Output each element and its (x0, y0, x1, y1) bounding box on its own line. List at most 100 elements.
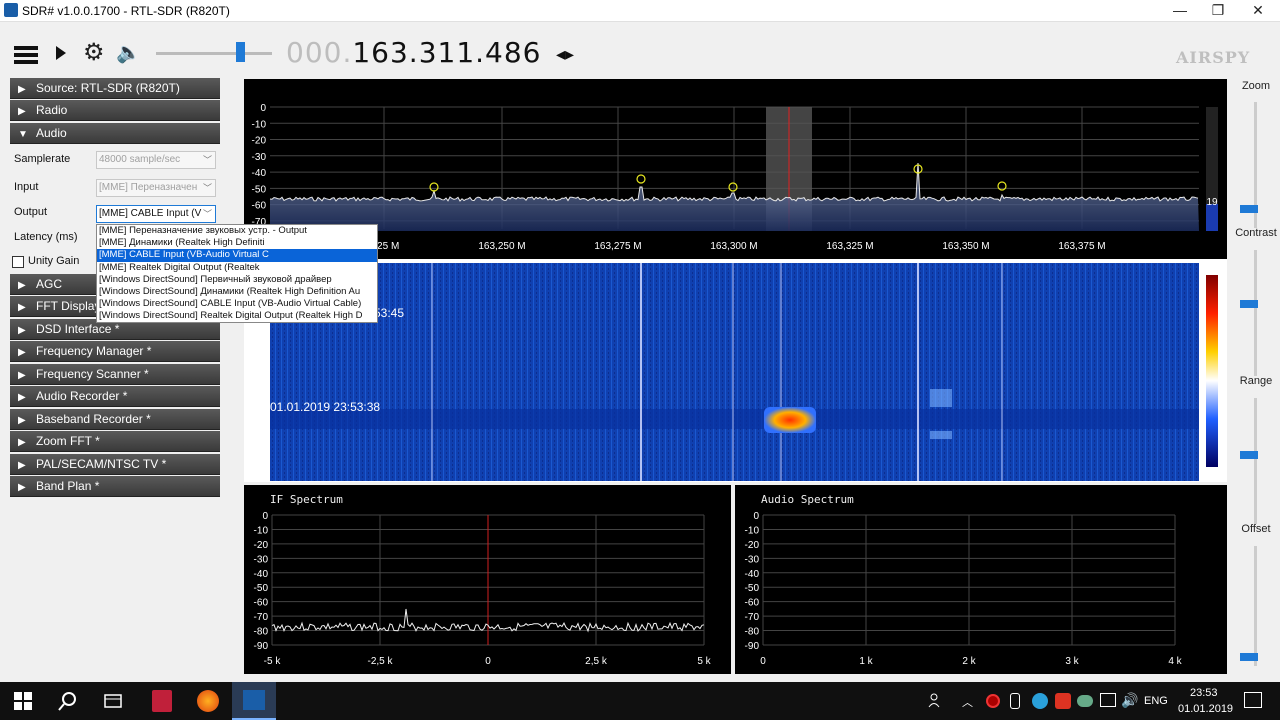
collapsed-arrow-icon: ▶ (18, 460, 26, 471)
input-value: [MME] Переназначен (99, 182, 198, 193)
zoom-slider-thumb[interactable] (1240, 205, 1258, 213)
dropdown-option[interactable]: [MME] Переназначение звуковых устр. - Ou… (97, 225, 377, 237)
people-icon[interactable] (928, 692, 944, 708)
sidebar-section-baseband-recorder[interactable]: ▶ Baseband Recorder * (10, 409, 220, 430)
sidebar-section-label: FFT Display (36, 299, 101, 313)
sidebar-section-label: Audio (36, 126, 67, 140)
waterfall-band (270, 409, 1199, 429)
sidebar-section-label: AGC (36, 277, 63, 291)
taskbar-app-archive[interactable] (140, 682, 184, 720)
collapsed-arrow-icon: ▶ (18, 415, 26, 426)
menu-icon[interactable] (14, 46, 38, 64)
speaker-icon[interactable]: 🔈 (116, 41, 141, 65)
output-select[interactable]: [MME] CABLE Input (V ﹀ (96, 205, 216, 223)
collapsed-arrow-icon: ▶ (18, 482, 26, 493)
taskbar-app-firefox[interactable] (186, 682, 230, 720)
y-tick-label: -30 (745, 554, 760, 565)
cloud-icon[interactable] (1077, 695, 1093, 707)
if-spectrum-panel[interactable]: IF Spectrum 0 -10 -20 -30 -40 -50 -60 -70 -80 -90… (244, 485, 731, 674)
sidebar-section-source-rtl-sdr-r820t[interactable]: ▶ Source: RTL-SDR (R820T) (10, 78, 220, 99)
range-label: Range (1239, 375, 1273, 387)
expanded-arrow-icon: ▼ (18, 129, 28, 140)
play-icon[interactable] (56, 46, 66, 60)
sidebar-section-audio[interactable]: ▼ Audio (10, 123, 220, 144)
x-tick-label: 1 k (859, 656, 873, 667)
unity-gain-checkbox[interactable] (12, 256, 24, 268)
audio-spectrum-panel[interactable]: Audio Spectrum 0 -10 -20 -30 -40 -50 -60 -70 -80… (735, 485, 1227, 674)
contrast-slider-thumb[interactable] (1240, 300, 1258, 308)
tuning-arrows-icon[interactable]: ◂▸ (556, 44, 574, 65)
sidebar-section-label: Frequency Scanner * (36, 367, 149, 381)
windows-start-icon[interactable] (12, 690, 34, 712)
chevron-down-icon: ﹀ (202, 209, 212, 219)
volume-icon[interactable]: 🔊 (1121, 692, 1138, 709)
language-indicator[interactable]: ENG (1144, 695, 1168, 707)
app-icon (4, 3, 18, 17)
offset-slider-thumb[interactable] (1240, 653, 1258, 661)
y-tick-label: -20 (745, 540, 760, 551)
volume-slider-thumb[interactable] (236, 42, 245, 62)
frequency-leading-digits[interactable]: 000. (286, 36, 352, 69)
sidebar-section-frequency-manager[interactable]: ▶ Frequency Manager * (10, 341, 220, 362)
maximize-button[interactable]: ❐ (1196, 0, 1240, 20)
output-value: [MME] CABLE Input (V (99, 208, 202, 219)
sidebar-section-frequency-scanner[interactable]: ▶ Frequency Scanner * (10, 364, 220, 385)
network-icon[interactable] (1100, 693, 1116, 707)
collapsed-arrow-icon: ▶ (18, 84, 26, 95)
gear-icon[interactable]: ⚙ (83, 41, 105, 65)
telegram-icon[interactable] (1032, 693, 1048, 709)
sidebar-section-label: PAL/SECAM/NTSC TV * (36, 457, 167, 471)
y-tick-label: -40 (254, 569, 269, 580)
collapsed-arrow-icon: ▶ (18, 302, 26, 313)
chevron-down-icon: ﹀ (202, 183, 212, 193)
volume-slider-track[interactable] (156, 52, 272, 55)
search-icon[interactable] (57, 690, 79, 712)
dropdown-option[interactable]: [Windows DirectSound] Первичный звуковой… (97, 274, 377, 286)
spectrum-chart[interactable]: 0-10-20-30-40-50-60-70.225 M 163,250 M 163… (244, 79, 1227, 482)
input-select[interactable]: [MME] Переназначен ﹀ (96, 179, 216, 197)
sidebar-section-label: Frequency Manager * (36, 344, 152, 358)
frequency-digits[interactable]: 163.311.486 (352, 36, 541, 69)
close-button[interactable]: ✕ (1236, 0, 1280, 20)
x-tick-label: -5 k (264, 656, 282, 667)
range-slider-track[interactable] (1254, 398, 1257, 524)
tray-app-icon[interactable] (1055, 693, 1071, 709)
y-tick-label: 0 (260, 103, 266, 114)
offset-slider-track[interactable] (1254, 546, 1257, 666)
sidebar-section-audio-recorder[interactable]: ▶ Audio Recorder * (10, 386, 220, 407)
task-view-icon[interactable] (102, 690, 124, 712)
clock-date[interactable]: 01.01.2019 (1178, 703, 1233, 715)
y-tick-label: -60 (252, 201, 267, 212)
dropdown-option[interactable]: [MME] CABLE Input (VB-Audio Virtual C (97, 249, 377, 262)
x-tick-label: 163,250 M (478, 241, 525, 252)
dropdown-option[interactable]: [MME] Realtek Digital Output (Realtek (97, 262, 377, 274)
usb-tray-icon[interactable] (1010, 693, 1020, 709)
if-spectrum-chart[interactable]: 0 -10 -20 -30 -40 -50 -60 -70 -80 -90 -5 k -2,5 k 0 2… (244, 485, 731, 674)
y-tick-label: -20 (252, 136, 267, 147)
range-slider-thumb[interactable] (1240, 451, 1258, 459)
sidebar-section-pal-secam-ntsc-tv[interactable]: ▶ PAL/SECAM/NTSC TV * (10, 454, 220, 475)
samplerate-select[interactable]: 48000 sample/sec ﹀ (96, 151, 216, 169)
contrast-slider-track[interactable] (1254, 250, 1257, 376)
frequency-display[interactable]: 000.163.311.486 (286, 36, 541, 69)
clock-time[interactable]: 23:53 (1190, 687, 1218, 699)
spectrum-waterfall-panel[interactable]: 0 -10 -20 -30 -40 -50 -60 -70.225 M 163,250 M 163… (244, 79, 1227, 482)
y-tick-label: -50 (254, 583, 269, 594)
sidebar-section-band-plan[interactable]: ▶ Band Plan * (10, 476, 220, 497)
x-tick-label: 2,5 k (585, 656, 608, 667)
dropdown-option[interactable]: [Windows DirectSound] Динамики (Realtek … (97, 286, 377, 298)
x-tick-label: 2 k (962, 656, 976, 667)
sidebar-section-radio[interactable]: ▶ Radio (10, 100, 220, 121)
dropdown-option[interactable]: [Windows DirectSound] Realtek Digital Ou… (97, 310, 377, 322)
dropdown-option[interactable]: [Windows DirectSound] CABLE Input (VB-Au… (97, 298, 377, 310)
y-tick-label: 0 (262, 511, 268, 522)
audio-spectrum-chart[interactable]: 0-10-20-30-40-50-60-70-80-900 1 k2 k3 k4 … (735, 485, 1227, 674)
dropdown-option[interactable]: [MME] Динамики (Realtek High Definiti (97, 237, 377, 249)
chevron-up-icon[interactable]: ︿ (962, 694, 973, 710)
sidebar-section-zoom-fft[interactable]: ▶ Zoom FFT * (10, 431, 220, 452)
notifications-icon[interactable] (1244, 692, 1262, 708)
record-tray-icon[interactable] (986, 694, 1000, 708)
output-dropdown-list[interactable]: [MME] Переназначение звуковых устр. - Ou… (96, 224, 378, 323)
collapsed-arrow-icon: ▶ (18, 347, 26, 358)
taskbar-app-sdrsharp[interactable] (232, 682, 276, 720)
